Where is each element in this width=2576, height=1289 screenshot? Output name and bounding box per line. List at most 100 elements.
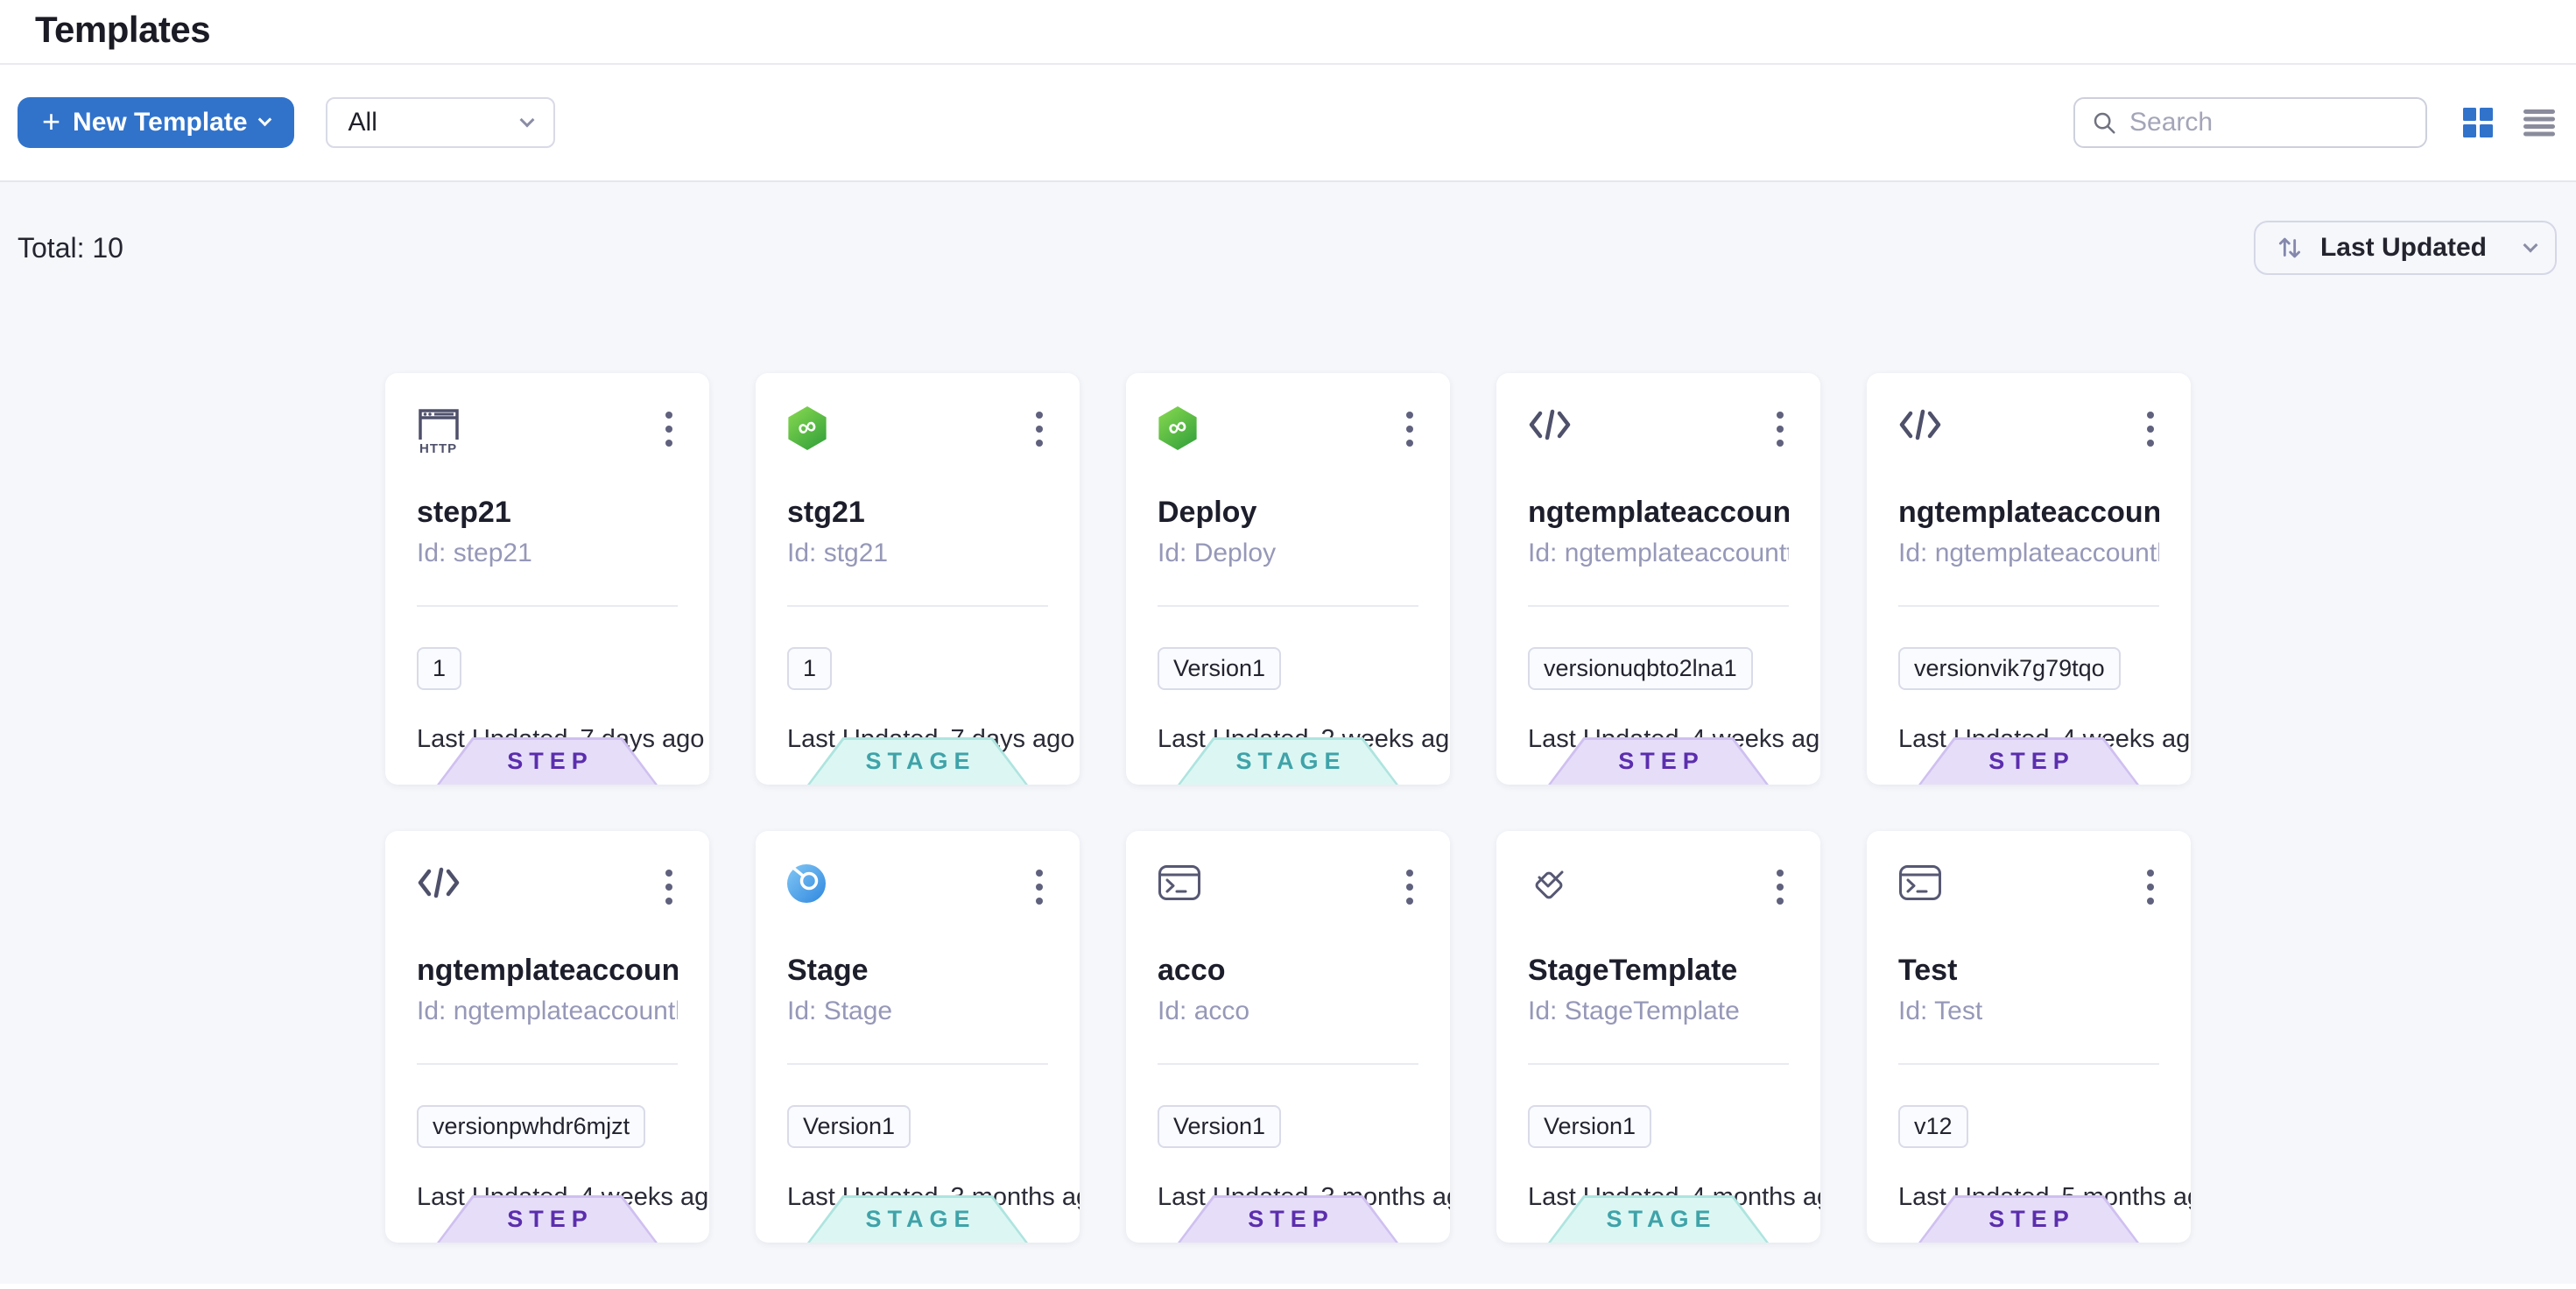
total-count: Total: 10 xyxy=(18,232,123,264)
card-title: acco xyxy=(1158,954,1418,988)
code-icon xyxy=(1898,406,1942,443)
card-title: ngtemplateaccountt… xyxy=(1528,496,1789,530)
code-icon xyxy=(1528,406,1572,443)
diamond-check-icon xyxy=(1528,864,1570,906)
version-chip: Version1 xyxy=(1158,647,1281,690)
badge-label: STAGE xyxy=(807,1195,1028,1243)
chevron-down-icon xyxy=(257,113,271,127)
badge-label: STEP xyxy=(1178,1195,1398,1243)
template-type-badge: STEP xyxy=(1918,737,2139,785)
card-menu-button[interactable] xyxy=(660,864,678,910)
card-top xyxy=(1898,406,2159,469)
template-card[interactable]: acco Id: acco Version1 Last Updated 3 mo… xyxy=(1126,831,1450,1243)
template-type-badge: STAGE xyxy=(807,737,1028,785)
badge-label: STEP xyxy=(1918,737,2139,785)
card-id: Id: step21 xyxy=(417,539,678,568)
search-icon xyxy=(2091,109,2117,136)
card-id: Id: acco xyxy=(1158,997,1418,1026)
card-top xyxy=(1898,864,2159,927)
version-chip: Version1 xyxy=(787,1105,911,1148)
badge-label: STAGE xyxy=(1548,1195,1769,1243)
card-id: Id: ngtemplateaccountt9… xyxy=(1528,539,1789,568)
template-type-badge: STAGE xyxy=(1178,737,1398,785)
search-box[interactable] xyxy=(2073,97,2427,148)
card-menu-button[interactable] xyxy=(1401,406,1418,452)
card-menu-button[interactable] xyxy=(1771,864,1789,910)
summary-row: Total: 10 Last Updated xyxy=(0,182,2576,275)
card-top xyxy=(1528,864,1789,927)
card-title: ngtemplateaccountk… xyxy=(1898,496,2159,530)
template-grid: HTTP step21 Id: step21 1 Last Updated 7 … xyxy=(0,373,2576,1243)
list-view-button[interactable] xyxy=(2523,109,2555,137)
card-id: Id: Deploy xyxy=(1158,539,1418,568)
card-id: Id: Test xyxy=(1898,997,2159,1026)
badge-label: STEP xyxy=(1918,1195,2139,1243)
template-card[interactable]: Test Id: Test v12 Last Updated 5 months … xyxy=(1867,831,2191,1243)
card-top: HTTP xyxy=(417,406,678,469)
card-id: Id: ngtemplateaccountk… xyxy=(1898,539,2159,568)
filter-value: All xyxy=(348,108,377,137)
list-view-icon xyxy=(2523,109,2555,137)
card-menu-button[interactable] xyxy=(1771,406,1789,452)
page-header: Templates xyxy=(0,0,2576,65)
filter-select[interactable]: All xyxy=(326,97,555,148)
harness-hexagon-icon: ∞ xyxy=(787,406,827,450)
card-top xyxy=(787,864,1048,927)
sort-arrows-icon xyxy=(2275,233,2305,263)
card-top xyxy=(1528,406,1789,469)
template-card[interactable]: Stage Id: Stage Version1 Last Updated 3 … xyxy=(756,831,1080,1243)
badge-label: STAGE xyxy=(1178,737,1398,785)
template-card[interactable]: HTTP step21 Id: step21 1 Last Updated 7 … xyxy=(385,373,709,785)
version-chip: Version1 xyxy=(1158,1105,1281,1148)
card-id: Id: StageTemplate xyxy=(1528,997,1789,1026)
badge-label: STEP xyxy=(437,1195,658,1243)
card-title: Stage xyxy=(787,954,1048,988)
template-card[interactable]: ngtemplateaccountt… Id: ngtemplateaccoun… xyxy=(1496,373,1820,785)
card-top xyxy=(1158,864,1418,927)
version-chip: 1 xyxy=(417,647,461,690)
page-title: Templates xyxy=(35,9,2541,51)
card-top: ∞ xyxy=(1158,406,1418,469)
card-title: ngtemplateaccountl… xyxy=(417,954,678,988)
terminal-icon xyxy=(1898,864,1942,901)
version-chip: versionpwhdr6mjzt xyxy=(417,1105,645,1148)
http-icon: HTTP xyxy=(417,406,461,455)
template-card[interactable]: ngtemplateaccountk… Id: ngtemplateaccoun… xyxy=(1867,373,2191,785)
stage-circle-icon xyxy=(787,864,826,903)
card-title: stg21 xyxy=(787,496,1048,530)
chevron-down-icon xyxy=(519,112,534,127)
content-area: Total: 10 Last Updated HTTP xyxy=(0,180,2576,1284)
new-template-label: New Template xyxy=(73,108,248,137)
version-chip: versionvik7g79tqo xyxy=(1898,647,2121,690)
template-card[interactable]: ∞ Deploy Id: Deploy Version1 Last Update… xyxy=(1126,373,1450,785)
chevron-down-icon xyxy=(2523,237,2538,252)
search-input[interactable] xyxy=(2129,108,2410,137)
card-title: Test xyxy=(1898,954,2159,988)
template-card[interactable]: ∞ stg21 Id: stg21 1 Last Updated 7 days … xyxy=(756,373,1080,785)
card-menu-button[interactable] xyxy=(2142,864,2159,910)
template-card[interactable]: ngtemplateaccountl… Id: ngtemplateaccoun… xyxy=(385,831,709,1243)
card-title: Deploy xyxy=(1158,496,1418,530)
card-menu-button[interactable] xyxy=(1031,406,1048,452)
template-card[interactable]: StageTemplate Id: StageTemplate Version1… xyxy=(1496,831,1820,1243)
badge-label: STEP xyxy=(437,737,658,785)
grid-view-icon xyxy=(2462,107,2494,138)
new-template-button[interactable]: + New Template xyxy=(18,97,294,148)
card-id: Id: ngtemplateaccountlg… xyxy=(417,997,678,1026)
sort-label: Last Updated xyxy=(2320,233,2487,263)
card-id: Id: stg21 xyxy=(787,539,1048,568)
card-menu-button[interactable] xyxy=(660,406,678,452)
card-menu-button[interactable] xyxy=(2142,406,2159,452)
version-chip: 1 xyxy=(787,647,832,690)
template-type-badge: STEP xyxy=(437,1195,658,1243)
card-menu-button[interactable] xyxy=(1401,864,1418,910)
grid-view-button[interactable] xyxy=(2462,107,2494,138)
sort-dropdown[interactable]: Last Updated xyxy=(2254,221,2557,275)
template-type-badge: STEP xyxy=(1178,1195,1398,1243)
card-title: StageTemplate xyxy=(1528,954,1789,988)
card-id: Id: Stage xyxy=(787,997,1048,1026)
code-icon xyxy=(417,864,461,901)
badge-label: STAGE xyxy=(807,737,1028,785)
badge-label: STEP xyxy=(1548,737,1769,785)
card-menu-button[interactable] xyxy=(1031,864,1048,910)
